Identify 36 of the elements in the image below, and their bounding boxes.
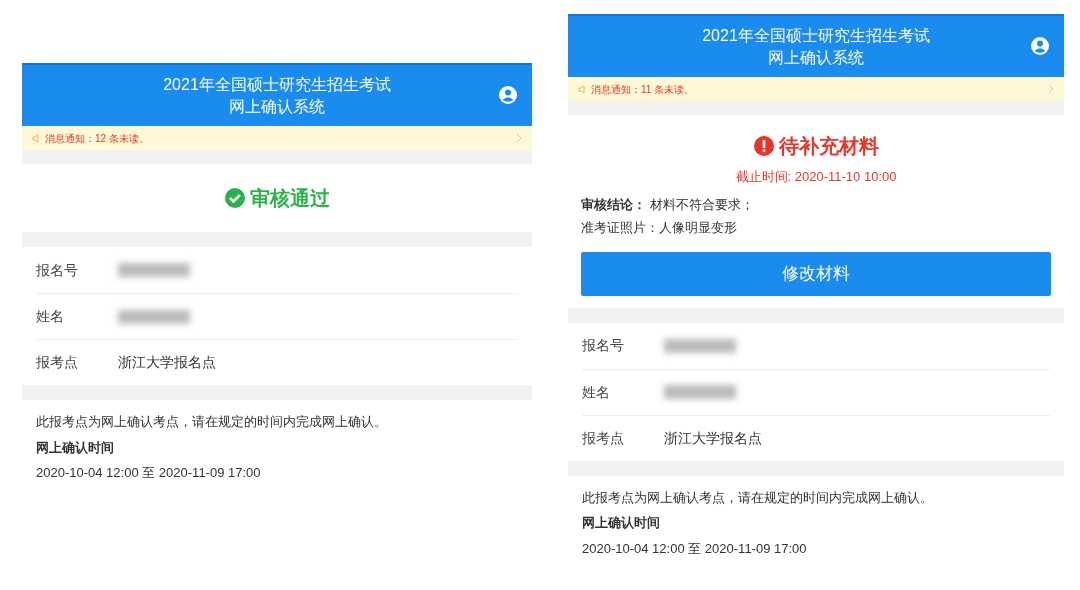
notice-bar[interactable]: 消息通知：12 条未读。	[22, 126, 532, 150]
field-label: 姓名	[582, 382, 611, 402]
speaker-icon	[578, 84, 588, 94]
field-label: 姓名	[36, 307, 65, 326]
info-text: 此报考点为网上确认考点，请在规定的时间内完成网上确认。	[582, 488, 934, 507]
notice-text: 消息通知：12 条未读。	[45, 131, 150, 146]
review-text: 准考证照片：人像明显变形	[581, 219, 738, 237]
field-label: 报考点	[582, 428, 625, 448]
status-label: 待补充材料	[779, 134, 879, 159]
notice-text: 消息通知：11 条未读。	[591, 82, 696, 97]
field-label: 报考点	[36, 353, 79, 372]
user-icon[interactable]	[498, 85, 518, 105]
edit-materials-button[interactable]: 修改材料	[581, 251, 1051, 296]
exclamation-circle-icon	[753, 135, 775, 157]
review-text: 审核结论： 材料不符合要求；	[581, 195, 755, 214]
deadline-text: 截止时间: 2020-11-10 10:00	[735, 168, 897, 186]
field-label: 报名号	[36, 260, 79, 280]
info-text: 此报考点为网上确认考点，请在规定的时间内完成网上确认。	[36, 413, 388, 431]
header-subtitle: 网上确认系统	[768, 47, 864, 68]
notice-bar[interactable]: 消息通知：11 条未读。	[568, 77, 1064, 101]
user-icon[interactable]	[1030, 36, 1050, 56]
info-heading: 网上确认时间	[36, 438, 115, 457]
header-subtitle: 网上确认系统	[229, 96, 325, 117]
confirm-period: 2020-10-04 12:00 至 2020-11-09 17:00	[36, 464, 262, 482]
field-value: 浙江大学报名点	[664, 428, 762, 448]
info-heading: 网上确认时间	[582, 514, 661, 532]
chevron-right-icon	[516, 133, 522, 143]
field-label: 报名号	[582, 336, 625, 355]
status-label: 审核通过	[250, 186, 330, 211]
chevron-right-icon	[1048, 84, 1054, 94]
check-circle-icon	[224, 187, 246, 209]
header-title: 2021年全国硕士研究生招生考试	[163, 74, 391, 95]
confirm-period: 2020-10-04 12:00 至 2020-11-09 17:00	[582, 539, 808, 558]
field-value: 浙江大学报名点	[118, 353, 216, 372]
header-title: 2021年全国硕士研究生招生考试	[702, 25, 930, 46]
speaker-icon	[32, 133, 42, 143]
